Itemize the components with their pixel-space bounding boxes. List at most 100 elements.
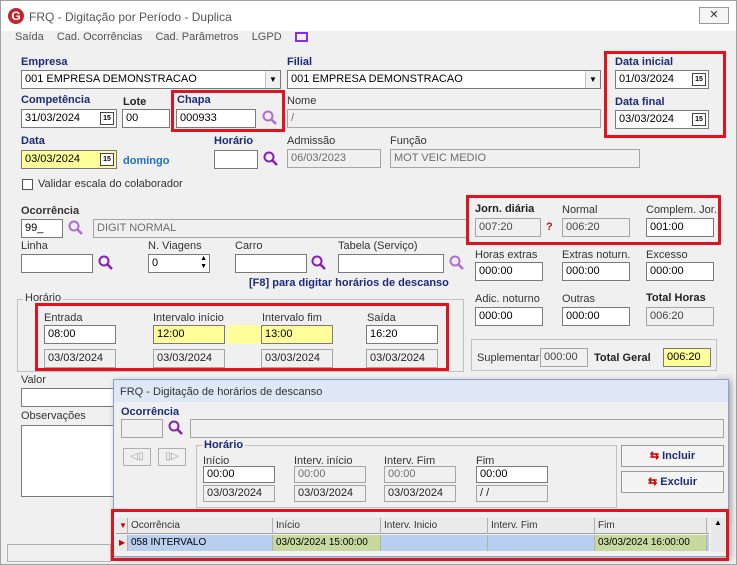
close-button[interactable]: ✕ [699,7,729,24]
cell-inicio: 03/03/2024 15:00:00 [273,535,381,551]
int-ini-date-field: 03/03/2024 [153,349,225,368]
dialog-inicio-date: 03/03/2024 [203,485,275,502]
data-final-field[interactable]: 03/03/2024 15 [615,110,709,129]
search-icon[interactable] [263,151,279,167]
dialog-fim-time[interactable]: 00:00 [476,466,548,483]
col-fim[interactable]: Fim [595,518,707,534]
cell-interv-fim [488,535,595,551]
empresa-value: 001 EMPRESA DEMONSTRACAO [25,73,197,85]
calendar-icon[interactable]: 15 [100,153,114,166]
complem-label: Complem. Jor. [646,204,717,216]
data-final-value: 03/03/2024 [619,113,675,125]
jorn-flag: ? [546,221,553,233]
data-inicial-field[interactable]: 01/03/2024 15 [615,70,709,89]
dialog-inicio-time[interactable]: 00:00 [203,466,275,483]
first-record-button[interactable]: ◁▯ [123,448,151,466]
entrada-date-field: 03/03/2024 [44,349,116,368]
entrada-label: Entrada [44,312,83,324]
chapa-field[interactable]: 000933 [176,109,256,128]
menu-saida[interactable]: Saída [15,31,44,43]
app-logo-icon: G [8,8,24,24]
saida-label: Saída [367,312,396,324]
carro-label: Carro [235,240,263,252]
total-horas-field: 006:20 [646,307,714,326]
excesso-field[interactable]: 000:00 [646,262,714,281]
search-icon[interactable] [449,255,465,271]
calendar-icon[interactable]: 15 [100,112,114,125]
saida-time-field[interactable]: 16:20 [366,325,438,344]
suplementar-label: Suplementar [477,352,540,364]
valor-field[interactable] [21,388,117,407]
ocorrencia-desc-field: DIGIT NORMAL [93,219,469,238]
admissao-field: 06/03/2023 [287,149,381,168]
tabela-field[interactable] [338,254,444,273]
col-inicio[interactable]: Início [273,518,381,534]
search-icon[interactable] [168,420,184,436]
descanso-dialog: FRQ - Digitação de horários de descanso … [111,379,729,561]
adic-noturno-field[interactable]: 000:00 [475,307,543,326]
col-ocorrencia[interactable]: Ocorrência [128,518,273,534]
int-fim-date-field: 03/03/2024 [261,349,333,368]
tabela-label: Tabela (Serviço) [338,240,418,252]
incluir-button[interactable]: ⇆ Incluir [621,445,724,467]
menu-lgpd[interactable]: LGPD [252,31,282,43]
complem-field[interactable]: 001:00 [646,218,714,237]
dialog-int-fim-date: 03/03/2024 [384,485,456,502]
horas-extras-field[interactable]: 000:00 [475,262,543,281]
outras-field[interactable]: 000:00 [562,307,630,326]
competencia-field[interactable]: 31/03/2024 15 [21,109,117,128]
validar-checkbox[interactable] [22,179,33,190]
menu-cad-ocorrencias[interactable]: Cad. Ocorrências [57,31,143,43]
chevron-down-icon[interactable]: ▼ [265,71,280,88]
lote-field[interactable]: 00 [122,109,170,128]
next-record-button[interactable]: ▯▷ [158,448,186,466]
dialog-fim-date: / / [476,485,548,502]
spin-icon[interactable]: ▲ ▼ [200,255,207,271]
search-icon[interactable] [311,255,327,271]
int-fim-time-field[interactable]: 13:00 [261,325,333,344]
data-field[interactable]: 03/03/2024 15 [21,150,117,169]
excluir-button[interactable]: ⇆ Excluir [621,471,724,493]
n-viagens-stepper[interactable]: 0 ▲ ▼ [148,254,210,273]
grid-header: ▼ Ocorrência Início Interv. Inicio Inter… [116,518,709,534]
chevron-down-icon[interactable]: ▼ [585,71,600,88]
menu-bar: Saída Cad. Ocorrências Cad. Parâmetros L… [15,31,318,43]
dialog-horario-label: Horário [202,439,246,451]
nome-label: Nome [287,95,317,107]
calendar-icon[interactable]: 15 [692,113,706,126]
filial-select[interactable]: 001 EMPRESA DEMONSTRACAO ▼ [287,70,601,89]
col-interv-inicio[interactable]: Interv. Inicio [381,518,488,534]
int-ini-time-field[interactable]: 12:00 [153,325,225,344]
extras-noturn-field[interactable]: 000:00 [562,262,630,281]
horario-field[interactable] [214,150,258,169]
carro-field[interactable] [235,254,307,273]
grid-scrollbar[interactable]: ▲ [711,518,725,552]
table-row[interactable]: ▶ 058 INTERVALO 03/03/2024 15:00:00 03/0… [116,535,709,551]
linha-label: Linha [21,240,48,252]
col-interv-fim[interactable]: Interv. Fim [488,518,595,534]
data-label: Data [21,135,45,147]
int-ini-label: Intervalo início [153,312,224,324]
funcao-field: MOT VEIC MEDIO [390,149,640,168]
search-icon[interactable] [262,110,278,126]
menu-cad-parametros[interactable]: Cad. Parâmetros [155,31,238,43]
empresa-select[interactable]: 001 EMPRESA DEMONSTRACAO ▼ [21,70,281,89]
monitor-icon[interactable] [294,32,308,43]
calendar-icon[interactable]: 15 [692,73,706,86]
n-viagens-value: 0 [152,257,159,269]
search-icon[interactable] [68,220,84,236]
row-indicator-header: ▼ [116,518,128,534]
linha-field[interactable] [21,254,93,273]
horario-label: Horário [214,135,254,147]
jorn-field: 007:20 [475,218,541,237]
lote-label: Lote [123,96,147,108]
incluir-label: Incluir [662,450,696,462]
search-icon[interactable] [98,255,114,271]
cell-fim: 03/03/2024 16:00:00 [595,535,707,551]
dialog-ocorrencia-label: Ocorrência [121,406,180,418]
entrada-time-field[interactable]: 08:00 [44,325,116,344]
dialog-ocorrencia-code[interactable] [121,419,163,438]
data-value: 03/03/2024 [25,153,81,165]
observacoes-field[interactable] [21,425,117,497]
ocorrencia-code-field[interactable]: 99_ [21,219,63,238]
